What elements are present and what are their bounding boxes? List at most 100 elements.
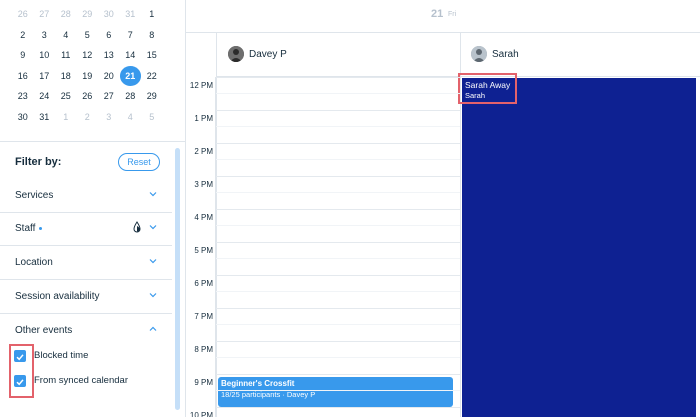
- mini-calendar-day[interactable]: 18: [55, 66, 77, 86]
- mini-calendar-day[interactable]: 3: [98, 107, 120, 127]
- mini-calendar-day[interactable]: 4: [55, 25, 77, 45]
- chevron-up-icon[interactable]: [148, 324, 158, 334]
- filter-staff[interactable]: Staff: [0, 213, 172, 246]
- time-gutter: 12 PM 1 PM 2 PM 3 PM 4 PM 5 PM 6 PM 7 PM 8 PM 9 P…: [186, 77, 216, 417]
- mini-calendar-day[interactable]: 23: [12, 86, 34, 106]
- mini-calendar-day[interactable]: 31: [34, 107, 56, 127]
- time-label: 6 PM: [194, 279, 213, 288]
- half-hour-gridline: [216, 225, 460, 226]
- hour-gridline: [216, 374, 460, 375]
- half-hour-gridline: [216, 126, 460, 127]
- staff-column-header-davey: Davey P: [216, 33, 460, 77]
- mini-calendar-day[interactable]: 17: [34, 66, 56, 86]
- half-hour-gridline: [216, 192, 460, 193]
- time-label: 1 PM: [194, 114, 213, 123]
- mini-calendar-day[interactable]: 1: [141, 4, 163, 24]
- mini-calendar-day[interactable]: 2: [77, 107, 99, 127]
- mini-calendar-day[interactable]: 9: [12, 45, 34, 65]
- mini-calendar-day[interactable]: 29: [77, 4, 99, 24]
- filter-staff-label: Staff: [15, 223, 43, 234]
- mini-calendar-day[interactable]: 14: [120, 45, 142, 65]
- time-label: 2 PM: [194, 147, 213, 156]
- mini-calendar-day[interactable]: 19: [77, 66, 99, 86]
- mini-calendar-day[interactable]: 10: [34, 45, 56, 65]
- mini-calendar-day[interactable]: 24: [34, 86, 56, 106]
- filter-other-events-label: Other events: [15, 325, 73, 336]
- hour-gridline: [216, 176, 460, 177]
- checkbox-row-synced-calendar[interactable]: From synced calendar: [14, 374, 174, 390]
- staff-column-header-sarah: Sarah: [460, 33, 700, 77]
- class-event-title: Beginner's Crossfit: [221, 379, 295, 388]
- filter-session-availability[interactable]: Session availability: [0, 281, 172, 314]
- hour-gridline: [216, 209, 460, 210]
- chevron-down-icon[interactable]: [148, 189, 158, 199]
- mini-calendar-day[interactable]: 25: [55, 86, 77, 106]
- mini-calendar-day[interactable]: 5: [141, 107, 163, 127]
- filter-location[interactable]: Location: [0, 247, 172, 280]
- mini-calendar-day[interactable]: 31: [120, 4, 142, 24]
- mini-calendar-day[interactable]: 20: [98, 66, 120, 86]
- chevron-down-icon[interactable]: [148, 222, 158, 232]
- date-header: 21 Fri: [186, 0, 700, 33]
- time-label: 12 PM: [189, 81, 213, 90]
- time-label: 9 PM: [194, 378, 213, 387]
- mini-calendar-day[interactable]: 8: [141, 25, 163, 45]
- filter-session-availability-label: Session availability: [15, 291, 100, 302]
- filter-services[interactable]: Services: [0, 180, 172, 213]
- sidebar-scrollbar[interactable]: [175, 148, 180, 410]
- time-label: 3 PM: [194, 180, 213, 189]
- hour-gridline: [216, 407, 460, 408]
- sarah-away-block[interactable]: [462, 78, 696, 417]
- mini-calendar-day[interactable]: 3: [34, 25, 56, 45]
- mini-calendar-week: 26 27 28 29 30 31 1: [12, 4, 172, 25]
- day-calendar: 21 Fri Davey P Sarah 12 PM 1 PM 2 PM 3 PM 4 …: [186, 0, 700, 417]
- staff-name-sarah: Sarah: [492, 49, 519, 60]
- date-number: 21: [431, 8, 444, 20]
- chevron-down-icon[interactable]: [148, 256, 158, 266]
- mini-calendar-day-selected[interactable]: 21: [119, 65, 141, 86]
- half-hour-gridline: [216, 324, 460, 325]
- half-hour-gridline: [216, 159, 460, 160]
- time-label: 4 PM: [194, 213, 213, 222]
- mini-calendar-day[interactable]: 7: [120, 25, 142, 45]
- mini-calendar-day[interactable]: 2: [12, 25, 34, 45]
- hour-gridline: [216, 77, 460, 78]
- mini-calendar-day[interactable]: 22: [141, 66, 163, 86]
- mini-calendar-day[interactable]: 12: [77, 45, 99, 65]
- mini-calendar-day[interactable]: 29: [141, 86, 163, 106]
- chevron-down-icon[interactable]: [148, 290, 158, 300]
- mini-calendar-day[interactable]: 27: [98, 86, 120, 106]
- mini-calendar-day[interactable]: 26: [12, 4, 34, 24]
- mini-calendar-day[interactable]: 30: [98, 4, 120, 24]
- staff-color-icon[interactable]: [132, 221, 142, 233]
- mini-calendar-day[interactable]: 16: [12, 66, 34, 86]
- person-avatar-icon: [228, 46, 244, 62]
- mini-calendar-day[interactable]: 28: [120, 86, 142, 106]
- hour-gridline: [216, 308, 460, 309]
- filter-title: Filter by:: [15, 156, 62, 168]
- blocked-time-label: Blocked time: [34, 350, 89, 361]
- mini-calendar-day[interactable]: 6: [98, 25, 120, 45]
- mini-calendar-day[interactable]: 26: [77, 86, 99, 106]
- hour-gridline: [216, 275, 460, 276]
- reset-button[interactable]: Reset: [118, 153, 160, 171]
- mini-calendar-day[interactable]: 4: [120, 107, 142, 127]
- mini-calendar-day[interactable]: 15: [141, 45, 163, 65]
- person-avatar-icon: [471, 46, 487, 62]
- mini-calendar-day[interactable]: 27: [34, 4, 56, 24]
- half-hour-gridline: [216, 291, 460, 292]
- mini-calendar-day[interactable]: 30: [12, 107, 34, 127]
- mini-calendar: 26 27 28 29 30 31 1 2 3 4 5 6 7 8 9 10 11 12 13 14 15 16 17 18 1…: [12, 4, 172, 127]
- avatar: [471, 46, 487, 62]
- synced-calendar-label: From synced calendar: [34, 375, 128, 386]
- time-label: 7 PM: [194, 312, 213, 321]
- checkbox-row-blocked-time[interactable]: Blocked time: [14, 349, 154, 365]
- half-hour-gridline: [216, 258, 460, 259]
- mini-calendar-day[interactable]: 11: [55, 45, 77, 65]
- mini-calendar-day[interactable]: 5: [77, 25, 99, 45]
- half-hour-gridline: [216, 93, 460, 94]
- mini-calendar-day[interactable]: 1: [55, 107, 77, 127]
- hour-gridline: [216, 341, 460, 342]
- mini-calendar-day[interactable]: 13: [98, 45, 120, 65]
- mini-calendar-day[interactable]: 28: [55, 4, 77, 24]
